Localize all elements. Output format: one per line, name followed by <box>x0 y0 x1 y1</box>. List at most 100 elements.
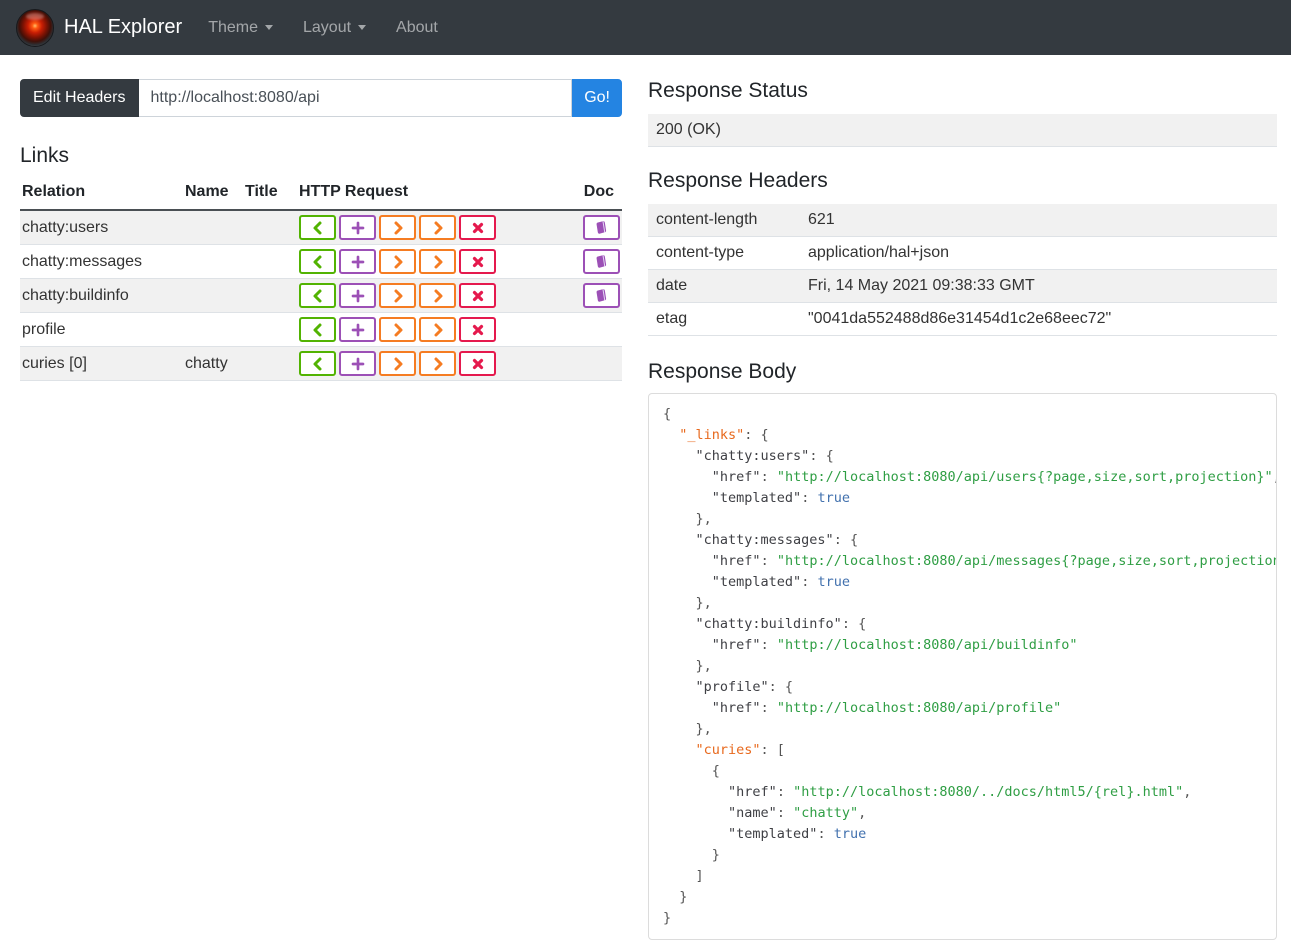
get-button[interactable] <box>299 283 336 309</box>
put-button[interactable] <box>379 249 416 275</box>
chevron-right-icon <box>434 323 442 337</box>
http-request-cell <box>297 278 560 314</box>
code-line: ] <box>663 868 704 885</box>
delete-button[interactable] <box>459 215 496 241</box>
patch-button[interactable] <box>419 283 456 309</box>
links-table-header-row: Relation Name Title HTTP Request Doc <box>20 178 622 212</box>
get-button[interactable] <box>299 215 336 241</box>
post-button[interactable] <box>339 283 376 309</box>
code-line: "profile": { <box>695 679 794 696</box>
relation-cell: chatty:users <box>20 210 183 246</box>
chevron-right-icon <box>434 255 442 269</box>
nav-item-label: About <box>396 18 438 36</box>
doc-button[interactable] <box>583 283 620 309</box>
links-table: Relation Name Title HTTP Request Doc cha… <box>20 178 622 382</box>
delete-button[interactable] <box>459 317 496 343</box>
doc-button[interactable] <box>583 249 620 275</box>
code-line: { <box>663 406 672 423</box>
nav-item-theme[interactable]: Theme <box>208 19 273 37</box>
delete-button[interactable] <box>459 351 496 377</box>
doc-cell <box>560 210 622 246</box>
chevron-right-icon <box>434 357 442 371</box>
name-cell <box>183 210 243 246</box>
title-cell <box>243 210 297 246</box>
patch-button[interactable] <box>419 351 456 377</box>
name-cell: chatty <box>183 346 243 382</box>
response-body-json: { "_links": { "chatty:users": { "href": … <box>648 393 1277 941</box>
doc-cell <box>560 244 622 280</box>
url-bar: Edit Headers Go! <box>20 79 622 117</box>
code-line: "name": "chatty", <box>728 805 867 822</box>
put-button[interactable] <box>379 317 416 343</box>
caret-down-icon <box>358 25 367 30</box>
chevron-right-icon <box>394 289 402 303</box>
response-status-value: 200 (OK) <box>648 114 1277 148</box>
relation-cell: curies [0] <box>20 346 183 382</box>
patch-button[interactable] <box>419 215 456 241</box>
http-request-cell <box>297 244 560 280</box>
http-request-cell <box>297 346 560 382</box>
go-button[interactable]: Go! <box>572 79 622 117</box>
code-line: "templated": true <box>711 574 850 591</box>
put-button[interactable] <box>379 283 416 309</box>
header-name: content-length <box>656 211 758 229</box>
code-line: "chatty:messages": { <box>695 532 859 549</box>
header-value: 621 <box>808 211 835 229</box>
hal-9000-eye-logo <box>16 8 54 47</box>
book-icon <box>596 255 607 268</box>
column-header-doc: Doc <box>560 178 622 212</box>
post-button[interactable] <box>339 351 376 377</box>
put-button[interactable] <box>379 215 416 241</box>
chevron-right-icon <box>394 255 402 269</box>
response-status-heading: Response Status <box>648 79 808 102</box>
code-line: } <box>663 910 672 927</box>
chevron-right-icon <box>394 221 402 235</box>
get-button[interactable] <box>299 249 336 275</box>
code-line: }, <box>663 658 712 675</box>
nav-item-layout[interactable]: Layout <box>303 18 367 37</box>
table-row: chatty:buildinfo <box>20 278 622 314</box>
table-row: chatty:messages <box>20 244 622 280</box>
nav-item-about[interactable]: About <box>396 19 438 37</box>
title-cell <box>243 244 297 280</box>
patch-button[interactable] <box>419 317 456 343</box>
url-input[interactable] <box>138 79 573 117</box>
nav-item-label: Layout <box>303 18 352 36</box>
x-icon <box>472 324 483 335</box>
plus-icon <box>351 255 364 268</box>
header-name: etag <box>656 310 688 328</box>
delete-button[interactable] <box>459 283 496 309</box>
response-headers-body: content-length 621 content-type application… <box>648 204 1277 336</box>
header-row: content-type application/hal+json <box>648 237 1277 270</box>
doc-cell <box>560 312 622 348</box>
chevron-left-icon <box>313 221 321 235</box>
put-button[interactable] <box>379 351 416 377</box>
http-request-cell <box>297 312 560 348</box>
brand-link[interactable]: HAL Explorer <box>16 8 182 47</box>
get-button[interactable] <box>299 317 336 343</box>
header-row: content-length 621 <box>648 204 1277 237</box>
patch-button[interactable] <box>419 249 456 275</box>
relation-cell: chatty:buildinfo <box>20 278 183 314</box>
delete-button[interactable] <box>459 249 496 275</box>
x-icon <box>472 358 483 369</box>
chevron-right-icon <box>394 357 402 371</box>
chevron-left-icon <box>313 357 321 371</box>
edit-headers-button[interactable]: Edit Headers <box>20 79 139 117</box>
post-button[interactable] <box>339 317 376 343</box>
doc-button[interactable] <box>583 215 620 241</box>
header-row: date Fri, 14 May 2021 09:38:33 GMT <box>648 269 1277 303</box>
left-panel: Edit Headers Go! Links Relation Name Tit… <box>20 79 622 940</box>
plus-icon <box>351 323 364 336</box>
code-line: }, <box>663 595 712 612</box>
column-header-title: Title <box>243 178 297 212</box>
header-value: Fri, 14 May 2021 09:38:33 GMT <box>808 277 1035 295</box>
post-button[interactable] <box>339 215 376 241</box>
code-line: "href": "http://localhost:8080/api/users… <box>711 469 1276 486</box>
get-button[interactable] <box>299 351 336 377</box>
x-icon <box>472 222 483 233</box>
post-button[interactable] <box>339 249 376 275</box>
doc-cell <box>560 278 622 314</box>
caret-down-icon <box>265 25 273 30</box>
column-header-http-request: HTTP Request <box>297 178 560 212</box>
